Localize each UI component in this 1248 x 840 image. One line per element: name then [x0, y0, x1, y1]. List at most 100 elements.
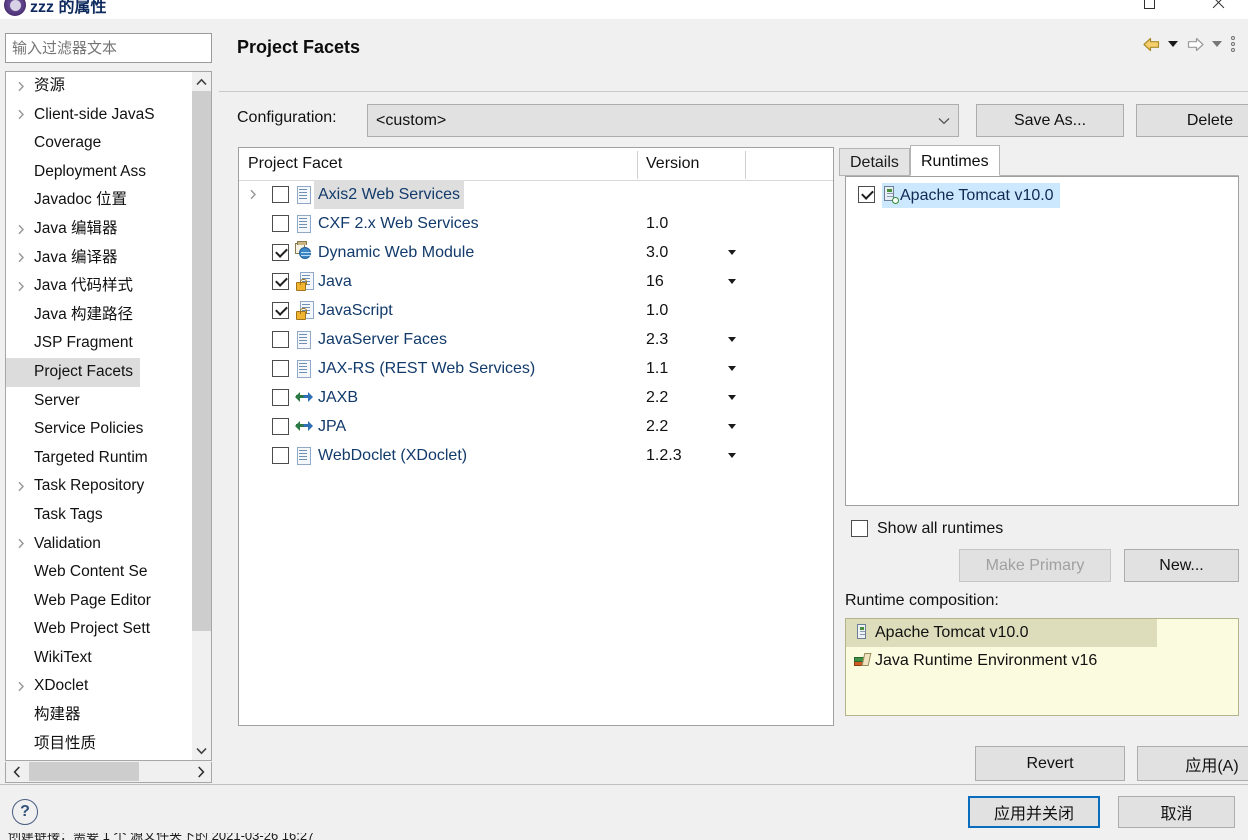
version-dropdown-icon[interactable] — [728, 441, 736, 470]
chevron-right-icon[interactable] — [17, 272, 25, 301]
filter-input[interactable] — [5, 33, 212, 63]
chevron-right-icon[interactable] — [17, 672, 25, 701]
facet-row[interactable]: JavaServer Faces 2.3 — [239, 325, 833, 354]
sidebar-item-17[interactable]: Web Content Se — [6, 558, 194, 587]
facet-row[interactable]: JPA 2.2 — [239, 412, 833, 441]
back-arrow-icon[interactable] — [1138, 31, 1164, 57]
chevron-right-icon[interactable] — [249, 180, 257, 209]
facet-checkbox[interactable] — [272, 447, 289, 464]
chevron-right-icon[interactable] — [17, 472, 25, 501]
sidebar-item-7[interactable]: Java 代码样式 — [6, 272, 194, 301]
facet-checkbox[interactable] — [272, 360, 289, 377]
sidebar-vertical-scrollbar[interactable] — [192, 72, 211, 760]
scroll-up-icon[interactable] — [192, 72, 211, 91]
configuration-select[interactable]: <custom> — [367, 104, 959, 137]
new-runtime-button[interactable]: New... — [1124, 549, 1239, 582]
scroll-right-icon[interactable] — [190, 762, 211, 781]
facet-row[interactable]: CXF 2.x Web Services 1.0 — [239, 209, 833, 238]
runtime-composition-item[interactable]: Java Runtime Environment v16 — [846, 647, 1238, 675]
revert-button[interactable]: Revert — [975, 746, 1125, 781]
facet-row[interactable]: WebDoclet (XDoclet) 1.2.3 — [239, 441, 833, 470]
facet-checkbox[interactable] — [272, 418, 289, 435]
sidebar-item-19[interactable]: Web Project Sett — [6, 615, 194, 644]
facet-row[interactable]: Axis2 Web Services — [239, 180, 833, 209]
forward-arrow-icon[interactable] — [1182, 31, 1208, 57]
facet-checkbox[interactable] — [272, 273, 289, 290]
tab-runtimes[interactable]: Runtimes — [910, 145, 1000, 176]
help-question-icon[interactable]: ? — [12, 799, 38, 825]
facet-checkbox[interactable] — [272, 331, 289, 348]
runtime-label-wrap[interactable]: Apache Tomcat v10.0 — [882, 183, 1060, 208]
facet-checkbox[interactable] — [272, 302, 289, 319]
sidebar-item-14[interactable]: Task Repository — [6, 472, 194, 501]
version-dropdown-icon[interactable] — [728, 383, 736, 412]
sidebar-item-12[interactable]: Service Policies — [6, 415, 194, 444]
sidebar-item-16[interactable]: Validation — [6, 530, 194, 559]
chevron-right-icon[interactable] — [17, 101, 25, 130]
sidebar-item-9[interactable]: JSP Fragment — [6, 329, 194, 358]
sidebar-item-20[interactable]: WikiText — [6, 644, 194, 673]
chevron-right-icon[interactable] — [17, 72, 25, 101]
sidebar-item-4[interactable]: Javadoc 位置 — [6, 186, 194, 215]
sidebar-item-6[interactable]: Java 编译器 — [6, 244, 194, 273]
make-primary-button[interactable]: Make Primary — [959, 549, 1111, 582]
back-history-dropdown[interactable] — [1164, 31, 1182, 57]
version-dropdown-icon[interactable] — [728, 412, 736, 441]
settings-tree: 资源 Client-side JavaS Coverage Deployment As… — [5, 71, 212, 761]
sidebar-item-8[interactable]: Java 构建路径 — [6, 301, 194, 330]
sidebar-item-21[interactable]: XDoclet — [6, 672, 194, 701]
facet-checkbox[interactable] — [272, 244, 289, 261]
tab-details[interactable]: Details — [839, 148, 910, 176]
sidebar-item-11[interactable]: Server — [6, 387, 194, 416]
apply-button[interactable]: 应用(A) — [1137, 746, 1248, 781]
sidebar-scroll-thumb[interactable] — [192, 91, 211, 631]
sidebar-item-3[interactable]: Deployment Ass — [6, 158, 194, 187]
version-dropdown-icon[interactable] — [728, 354, 736, 383]
sidebar-item-23[interactable]: 项目性质 — [6, 730, 194, 759]
close-button[interactable] — [1196, 0, 1240, 18]
chevron-right-icon[interactable] — [17, 530, 25, 559]
facet-row[interactable]: Dynamic Web Module 3.0 — [239, 238, 833, 267]
runtimes-list[interactable]: Apache Tomcat v10.0 — [845, 176, 1239, 506]
show-all-runtimes-label: Show all runtimes — [877, 520, 1004, 537]
sidebar-item-13[interactable]: Targeted Runtim — [6, 444, 194, 473]
chevron-right-icon[interactable] — [17, 215, 25, 244]
chevron-right-icon[interactable] — [17, 244, 25, 273]
version-dropdown-icon[interactable] — [728, 325, 736, 354]
show-all-runtimes-checkbox[interactable] — [851, 520, 868, 537]
save-as-button[interactable]: Save As... — [976, 104, 1124, 137]
facet-row[interactable]: Java 16 — [239, 267, 833, 296]
sidebar-hscroll-thumb[interactable] — [29, 762, 139, 781]
runtime-composition-item[interactable]: Apache Tomcat v10.0 — [846, 619, 1157, 647]
runtime-checkbox[interactable] — [858, 186, 875, 203]
facet-checkbox[interactable] — [272, 215, 289, 232]
apply-and-close-button[interactable]: 应用并关闭 — [968, 796, 1100, 828]
runtime-list-item[interactable]: Apache Tomcat v10.0 — [846, 182, 1238, 210]
scroll-left-icon[interactable] — [6, 762, 27, 781]
sidebar-item-2[interactable]: Coverage — [6, 129, 194, 158]
forward-history-dropdown[interactable] — [1208, 31, 1226, 57]
maximize-button[interactable] — [1127, 0, 1171, 18]
facet-row[interactable]: JavaScript 1.0 — [239, 296, 833, 325]
sidebar-item-1[interactable]: Client-side JavaS — [6, 101, 194, 130]
column-header-project-facet[interactable]: Project Facet — [248, 148, 342, 180]
facet-row[interactable]: JAX-RS (REST Web Services) 1.1 — [239, 354, 833, 383]
sidebar-item-15[interactable]: Task Tags — [6, 501, 194, 530]
version-dropdown-icon[interactable] — [728, 238, 736, 267]
vertical-dots-icon[interactable] — [1226, 31, 1240, 57]
column-header-version[interactable]: Version — [646, 148, 699, 180]
sidebar-item-label: Service Policies — [34, 420, 144, 438]
sidebar-item-10[interactable]: Project Facets — [6, 357, 194, 387]
sidebar-item-5[interactable]: Java 编辑器 — [6, 215, 194, 244]
delete-button[interactable]: Delete — [1136, 104, 1248, 137]
sidebar-item-18[interactable]: Web Page Editor — [6, 587, 194, 616]
scroll-down-icon[interactable] — [192, 741, 211, 760]
cancel-button[interactable]: 取消 — [1118, 796, 1235, 828]
facet-checkbox[interactable] — [272, 186, 289, 203]
sidebar-item-0[interactable]: 资源 — [6, 72, 194, 101]
facet-row[interactable]: JAXB 2.2 — [239, 383, 833, 412]
sidebar-horizontal-scrollbar[interactable] — [5, 762, 212, 783]
facet-checkbox[interactable] — [272, 389, 289, 406]
version-dropdown-icon[interactable] — [728, 267, 736, 296]
sidebar-item-22[interactable]: 构建器 — [6, 701, 194, 730]
